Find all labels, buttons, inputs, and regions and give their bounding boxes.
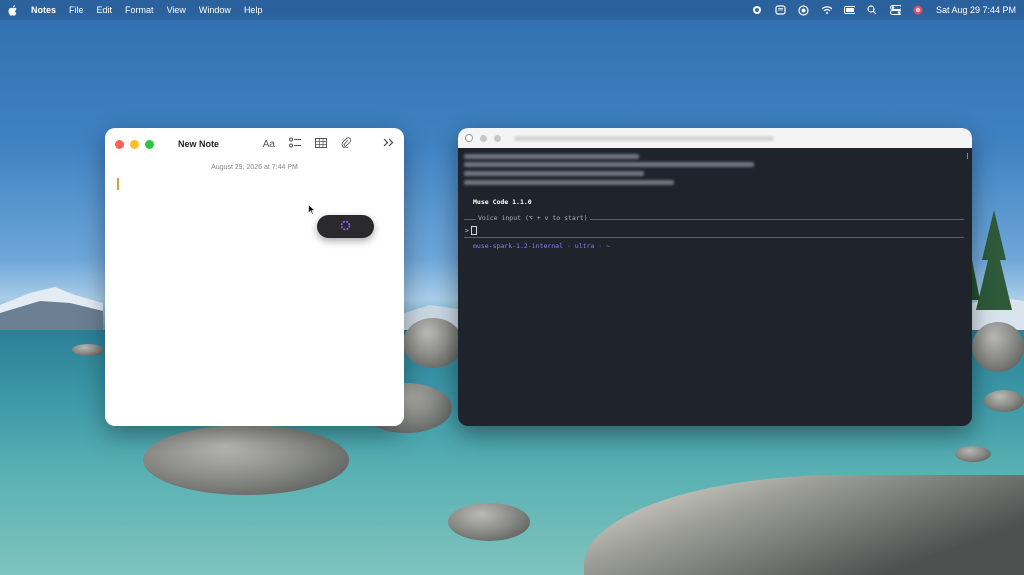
blurred-window-title — [514, 135, 774, 141]
voice-input-label: Voice input (⌥ + v to start) — [476, 214, 590, 222]
note-date: August 29, 2026 at 7:44 PM — [211, 164, 298, 171]
text-caret — [117, 178, 119, 190]
menu-format[interactable]: Format — [125, 5, 154, 15]
terminal-window: Muse Code 1.1.0 Voice input (⌥ + v to st… — [458, 128, 972, 426]
notes-window: New Note Aa August 29, 2026 at 7:44 PM — [105, 128, 404, 426]
apple-menu-icon[interactable] — [7, 4, 18, 16]
menu-bar: Notes File Edit Format View Window Help — [0, 0, 1024, 20]
record-status-icon[interactable] — [752, 5, 763, 16]
close-button[interactable] — [115, 139, 124, 149]
notes-titlebar: New Note Aa — [105, 128, 404, 160]
messages-icon[interactable] — [775, 4, 786, 16]
menu-help[interactable]: Help — [244, 5, 263, 15]
checklist-icon[interactable] — [289, 137, 301, 151]
minimize-button[interactable] — [480, 134, 487, 142]
minimize-button[interactable] — [130, 139, 139, 149]
control-center-icon[interactable] — [889, 5, 901, 16]
blurred-output-line — [464, 154, 639, 159]
rock — [448, 503, 530, 541]
wifi-icon[interactable] — [821, 5, 832, 16]
terminal-titlebar — [458, 128, 972, 148]
input-prompt[interactable]: > — [465, 226, 477, 235]
menu-window[interactable]: Window — [199, 5, 231, 15]
rock — [143, 425, 349, 495]
menu-app-notes[interactable]: Notes — [31, 5, 56, 15]
window-title: New Note — [178, 139, 220, 149]
notes-toolbar: Aa — [263, 137, 394, 151]
battery-icon[interactable] — [843, 5, 855, 16]
format-button[interactable]: Aa — [263, 139, 275, 150]
attachment-icon[interactable] — [341, 137, 352, 151]
zoom-button[interactable] — [145, 139, 154, 149]
prompt-symbol: > — [465, 226, 469, 235]
terminal-body[interactable]: Muse Code 1.1.0 Voice input (⌥ + v to st… — [458, 148, 972, 426]
close-button[interactable] — [465, 134, 473, 142]
blurred-output-line — [464, 180, 674, 185]
pine-trees — [964, 210, 1012, 310]
siri-icon[interactable] — [913, 5, 924, 16]
table-icon[interactable] — [315, 137, 327, 151]
recording-indicator-icon — [340, 220, 351, 234]
blurred-output-line — [464, 171, 644, 176]
menu-edit[interactable]: Edit — [97, 5, 113, 15]
app-header: Muse Code 1.1.0 — [473, 198, 532, 206]
menu-clock[interactable]: Sat Aug 29 7:44 PM — [936, 5, 1016, 15]
rock — [955, 446, 991, 462]
menu-view[interactable]: View — [167, 5, 186, 15]
terminal-cursor — [470, 226, 477, 235]
menu-file[interactable]: File — [69, 5, 84, 15]
more-chevron-icon[interactable] — [383, 138, 394, 150]
mouse-pointer-icon — [308, 204, 316, 215]
model-status-line: muse-spark-1.2-internal · ultra · ~ — [473, 242, 610, 250]
note-body[interactable] — [105, 173, 404, 426]
dictation-pill[interactable] — [317, 215, 374, 238]
zoom-button[interactable] — [494, 134, 501, 142]
rock — [403, 318, 463, 368]
rock — [72, 344, 104, 356]
blurred-output-line — [464, 162, 754, 167]
input-box-bottom-border — [464, 237, 964, 238]
scroll-indicator — [967, 153, 968, 159]
search-icon[interactable] — [867, 5, 878, 16]
focus-icon[interactable] — [798, 4, 809, 16]
rock — [984, 390, 1024, 412]
